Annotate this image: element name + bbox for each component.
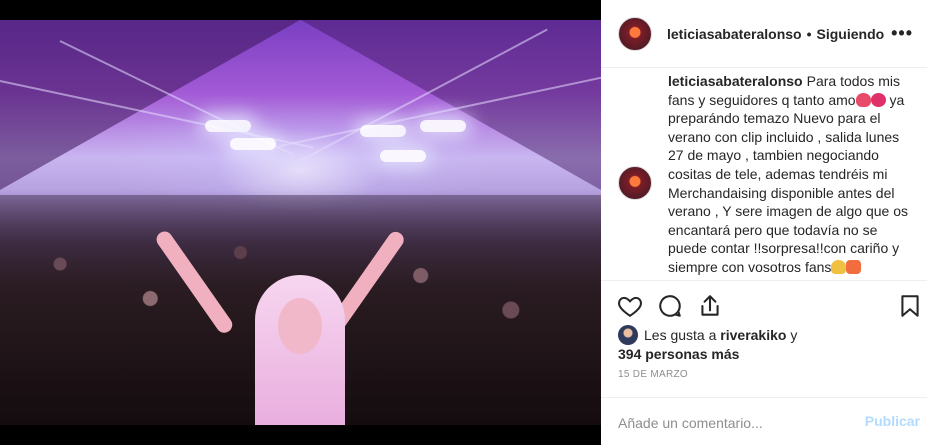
likes-prefix: Les gusta a bbox=[644, 327, 717, 343]
liker-avatar[interactable] bbox=[618, 325, 638, 345]
heart-icon[interactable] bbox=[617, 293, 643, 319]
person-emoji-icon bbox=[831, 259, 847, 274]
share-icon[interactable] bbox=[697, 293, 723, 319]
follow-status-button[interactable]: Siguiendo bbox=[817, 26, 885, 42]
tent-roof-left bbox=[0, 20, 300, 190]
header-username[interactable]: leticiasabateralonso bbox=[667, 26, 802, 42]
stage-light bbox=[205, 120, 251, 132]
gift-emoji-icon bbox=[846, 259, 862, 274]
caption: leticiasabateralonso Para todos mis fans … bbox=[668, 72, 913, 277]
comment-bar: Publicar bbox=[601, 397, 927, 445]
caption-text-part2: ya preparándo temazo Nuevo para el veran… bbox=[668, 91, 908, 275]
post-media[interactable] bbox=[0, 0, 601, 445]
tent-roof-right bbox=[301, 20, 601, 190]
post-sidebar: leticiasabateralonso • Siguiendo ••• let… bbox=[601, 0, 927, 445]
tongue-emoji-icon bbox=[855, 92, 871, 107]
concert-photo bbox=[0, 20, 601, 425]
comment-input[interactable] bbox=[618, 413, 848, 433]
avatar[interactable] bbox=[618, 16, 652, 51]
more-dots-icon[interactable]: ••• bbox=[891, 24, 913, 42]
bookmark-icon[interactable] bbox=[897, 293, 923, 319]
caption-area: leticiasabateralonso Para todos mis fans … bbox=[601, 68, 927, 280]
likes-connector: y bbox=[790, 327, 798, 343]
post-header: leticiasabateralonso • Siguiendo ••• bbox=[601, 0, 927, 68]
caption-avatar[interactable] bbox=[618, 166, 652, 200]
performer-face bbox=[278, 298, 322, 354]
publish-button[interactable]: Publicar bbox=[865, 413, 920, 429]
caption-username[interactable]: leticiasabateralonso bbox=[668, 73, 803, 89]
action-bar bbox=[601, 280, 927, 326]
stage-light bbox=[360, 125, 406, 137]
stage-light bbox=[380, 150, 426, 162]
kiss-emoji-icon bbox=[870, 92, 886, 107]
likes-summary: Les gusta a riverakiko y 394 personas má… bbox=[618, 325, 918, 363]
header-text: leticiasabateralonso • Siguiendo bbox=[667, 26, 884, 42]
stage-light bbox=[230, 138, 276, 150]
comment-icon[interactable] bbox=[657, 293, 683, 319]
liker-username[interactable]: riverakiko bbox=[720, 327, 786, 343]
post-date[interactable]: 15 DE MARZO bbox=[618, 369, 688, 380]
stage-light bbox=[420, 120, 466, 132]
likes-count[interactable]: 394 personas más bbox=[618, 346, 739, 362]
header-separator: • bbox=[806, 25, 812, 42]
